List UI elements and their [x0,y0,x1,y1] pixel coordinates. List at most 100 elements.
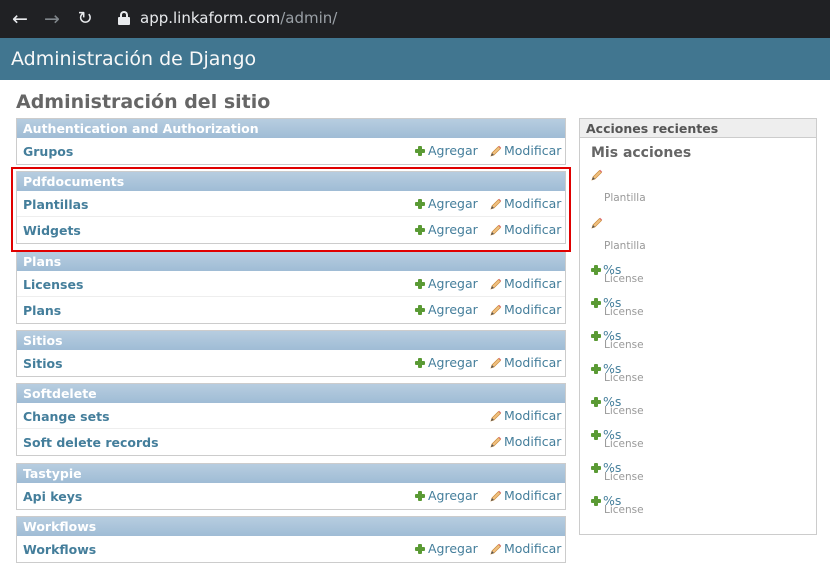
model-link[interactable]: Sitios [23,356,63,371]
recent-action-type: License [604,273,644,285]
add-link[interactable]: Agregar [415,541,478,556]
url-path: /admin/ [280,9,338,27]
add-link[interactable]: Agregar [415,276,478,291]
plus-icon [415,358,425,368]
module-workflows: Workflows Workflows Agregar Modificar [16,516,566,563]
change-link[interactable]: Modificar [490,408,561,423]
recent-action-type: License [604,438,644,450]
plus-icon [591,496,601,506]
pencil-icon [490,304,502,316]
plus-icon [591,463,601,473]
change-link[interactable]: Modificar [490,541,561,556]
change-link-label: Modificar [504,276,562,291]
pencil-icon [490,490,502,502]
recent-action-link[interactable] [591,167,605,182]
change-link-label: Modificar [504,434,562,449]
plus-icon [415,279,425,289]
plus-icon [415,544,425,554]
change-link[interactable]: Modificar [490,276,561,291]
module-caption[interactable]: Authentication and Authorization [17,119,565,138]
model-row-licenses: Licenses Agregar Modificar [17,271,565,297]
module-plans: Plans Licenses Agregar Modificar Plans Agrega… [16,251,566,324]
recent-action-item[interactable]: Plantilla [591,215,646,252]
site-header: Administración de Django [0,38,830,80]
recent-action-item[interactable]: %s License [591,493,644,516]
page-title: Administración del sitio [16,91,271,113]
plus-icon [415,491,425,501]
module-caption[interactable]: Plans [17,252,565,271]
add-link-label: Agregar [428,355,478,370]
recent-action-link[interactable] [591,215,605,230]
recent-actions-module: Acciones recientes Mis acciones Plantill… [579,118,817,535]
recent-action-type: License [604,372,644,384]
model-link[interactable]: Plans [23,303,61,318]
change-link[interactable]: Modificar [490,302,561,317]
recent-action-type: License [604,471,644,483]
change-link[interactable]: Modificar [490,355,561,370]
add-link[interactable]: Agregar [415,355,478,370]
recent-action-item[interactable]: %s License [591,328,644,351]
module-caption[interactable]: Tastypie [17,464,565,483]
plus-icon [591,298,601,308]
model-row-api-keys: Api keys Agregar Modificar [17,483,565,509]
add-link[interactable]: Agregar [415,143,478,158]
pencil-icon [490,410,502,422]
pencil-icon [490,278,502,290]
add-link-label: Agregar [428,488,478,503]
model-row-change-sets: Change sets Modificar [17,403,565,429]
change-link-label: Modificar [504,488,562,503]
highlight-box [11,167,571,252]
recent-action-type: Plantilla [604,192,646,204]
add-link-label: Agregar [428,541,478,556]
add-link[interactable]: Agregar [415,488,478,503]
recent-action-item[interactable]: Plantilla [591,167,646,204]
back-arrow-icon[interactable]: ← [8,7,32,31]
pencil-icon [490,436,502,448]
module-caption[interactable]: Softdelete [17,384,565,403]
recent-action-item[interactable]: %s License [591,361,644,384]
module-caption[interactable]: Sitios [17,331,565,350]
model-link[interactable]: Workflows [23,542,96,557]
recent-action-item[interactable]: %s License [591,460,644,483]
model-link[interactable]: Grupos [23,144,73,159]
change-link[interactable]: Modificar [490,434,561,449]
change-link-label: Modificar [504,408,562,423]
change-link-label: Modificar [504,355,562,370]
forward-arrow-icon[interactable]: → [40,7,64,31]
plus-icon [591,364,601,374]
pencil-icon [490,357,502,369]
change-link-label: Modificar [504,143,562,158]
module-softdelete: Softdelete Change sets Modificar Soft delet… [16,383,566,456]
recent-action-item[interactable]: %s License [591,295,644,318]
lock-icon[interactable] [118,11,130,25]
model-link[interactable]: Licenses [23,277,83,292]
pencil-icon [591,169,603,181]
model-link[interactable]: Soft delete records [23,435,159,450]
add-link-label: Agregar [428,276,478,291]
add-link[interactable]: Agregar [415,302,478,317]
plus-icon [591,397,601,407]
reload-icon[interactable]: ↻ [73,7,97,31]
add-link-label: Agregar [428,143,478,158]
add-link-label: Agregar [428,302,478,317]
pencil-icon [490,543,502,555]
recent-action-item[interactable]: %s License [591,427,644,450]
module-caption[interactable]: Workflows [17,517,565,536]
change-link[interactable]: Modificar [490,488,561,503]
change-link[interactable]: Modificar [490,143,561,158]
plus-icon [591,331,601,341]
pencil-icon [490,145,502,157]
model-link[interactable]: Change sets [23,409,110,424]
recent-action-type: License [604,405,644,417]
url-host: app.linkaform.com [140,9,281,27]
model-link[interactable]: Api keys [23,489,82,504]
change-link-label: Modificar [504,302,562,317]
model-row-soft-delete-records: Soft delete records Modificar [17,429,565,455]
change-link-label: Modificar [504,541,562,556]
recent-action-type: License [604,504,644,516]
address-bar[interactable]: app.linkaform.com/admin/ [140,9,337,27]
site-branding[interactable]: Administración de Django [11,48,256,70]
recent-action-item[interactable]: %s License [591,394,644,417]
recent-action-item[interactable]: %s License [591,262,644,285]
pencil-icon [591,217,603,229]
